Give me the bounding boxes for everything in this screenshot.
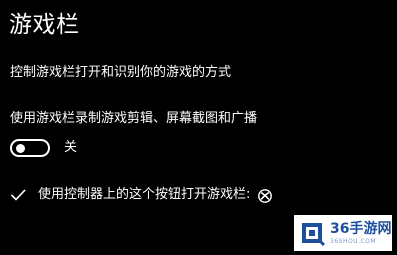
- toggle-state-label: 关: [64, 140, 78, 155]
- page-title: 游戏栏: [9, 12, 80, 38]
- controller-button-label: 使用控制器上的这个按钮打开游戏栏:: [38, 187, 251, 202]
- record-setting-label: 使用游戏栏录制游戏剪辑、屏幕截图和广播: [10, 111, 258, 126]
- site-logo-icon: [298, 218, 326, 248]
- site-watermark: 36手游网 36SHOU.COM: [294, 215, 392, 251]
- game-bar-settings-page: 游戏栏 控制游戏栏打开和识别你的游戏的方式 使用游戏栏录制游戏剪辑、屏幕截图和广…: [0, 0, 397, 255]
- record-toggle-switch[interactable]: [10, 139, 50, 157]
- controller-button-checkbox[interactable]: [10, 187, 26, 203]
- page-description: 控制游戏栏打开和识别你的游戏的方式: [10, 65, 232, 80]
- controller-button-checkbox-row[interactable]: 使用控制器上的这个按钮打开游戏栏:: [10, 185, 273, 205]
- watermark-text: 36手游网 36SHOU.COM: [330, 222, 391, 245]
- checkmark-icon: [10, 189, 26, 201]
- xbox-logo-icon: [258, 188, 273, 203]
- toggle-knob: [16, 144, 25, 153]
- watermark-brand: 36手游网: [330, 220, 392, 237]
- watermark-url: 36SHOU.COM: [330, 237, 377, 245]
